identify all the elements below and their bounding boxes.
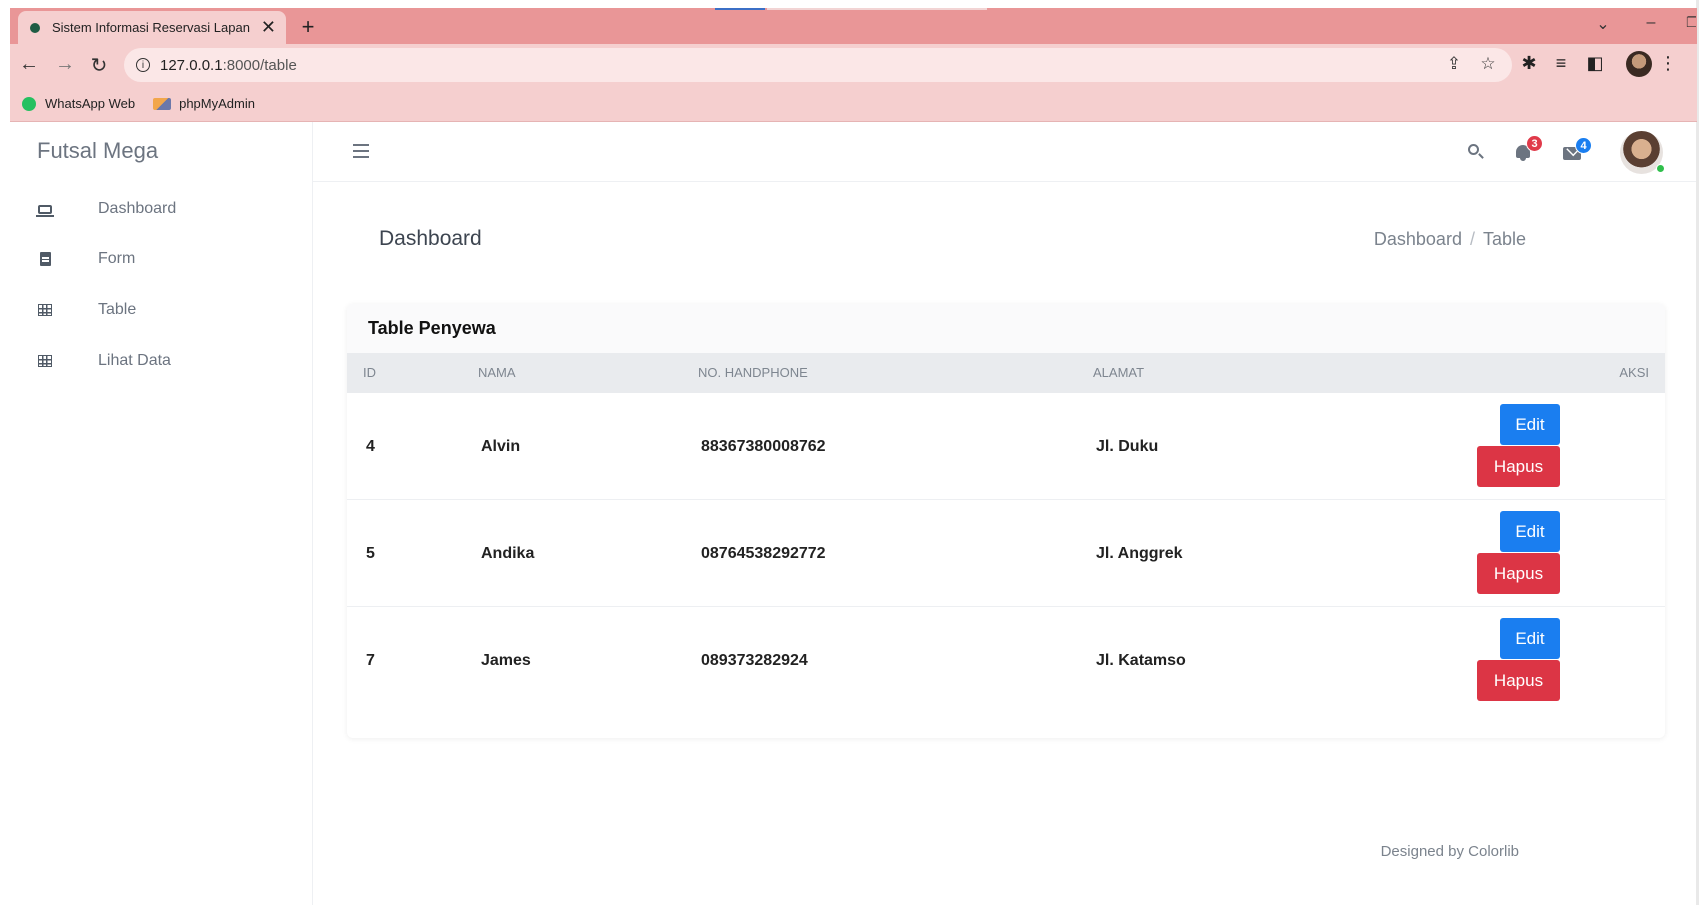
sidebar-item-form[interactable]: Form bbox=[10, 239, 313, 279]
column-header-alamat: ALAMAT bbox=[1093, 365, 1145, 380]
profile-avatar[interactable] bbox=[1626, 51, 1652, 77]
delete-button[interactable]: Hapus bbox=[1477, 446, 1560, 487]
side-panel-icon[interactable]: ◧ bbox=[1582, 53, 1608, 74]
table-icon bbox=[37, 302, 53, 318]
search-icon[interactable] bbox=[1466, 142, 1486, 162]
site-info-icon[interactable]: i bbox=[136, 58, 150, 72]
favicon-icon bbox=[30, 22, 40, 33]
bookmarks-bar: WhatsApp Web phpMyAdmin bbox=[10, 86, 1697, 122]
column-header-nama: NAMA bbox=[478, 365, 516, 380]
breadcrumb-separator: / bbox=[1469, 229, 1475, 249]
notification-badge: 3 bbox=[1526, 135, 1543, 152]
edit-button[interactable]: Edit bbox=[1500, 511, 1560, 552]
sidebar-item-table[interactable]: Table bbox=[10, 290, 313, 330]
cell-id: 4 bbox=[366, 437, 375, 455]
page-title: Dashboard bbox=[379, 227, 482, 250]
breadcrumb-item-table: Table bbox=[1482, 229, 1526, 249]
phpmyadmin-icon bbox=[153, 97, 172, 110]
url-host: 127.0.0.1 bbox=[160, 56, 223, 74]
brand-title[interactable]: Futsal Mega bbox=[37, 138, 158, 164]
extensions-icon[interactable]: ✱ bbox=[1516, 53, 1542, 74]
delete-button[interactable]: Hapus bbox=[1477, 660, 1560, 701]
close-tab-icon[interactable]: ✕ bbox=[261, 17, 276, 38]
column-header-handphone: NO. HANDPHONE bbox=[698, 365, 808, 380]
bookmark-star-icon[interactable]: ☆ bbox=[1476, 54, 1500, 74]
cell-handphone: 08764538292772 bbox=[701, 544, 826, 562]
reading-list-icon[interactable]: ≡ bbox=[1548, 53, 1574, 74]
file-icon bbox=[37, 251, 53, 267]
tab-strip: Sistem Informasi Reservasi Lapan ✕ + ⌄ –… bbox=[10, 8, 1697, 44]
browser-chrome: Sistem Informasi Reservasi Lapan ✕ + ⌄ –… bbox=[10, 8, 1697, 122]
online-status-dot bbox=[1656, 164, 1665, 173]
browser-toolbar: ← → ↻ i 127.0.0.1 :8000/table ⇪ ☆ ✱ ≡ ◧ … bbox=[10, 44, 1697, 86]
edit-button[interactable]: Edit bbox=[1500, 618, 1560, 659]
main-content: Dashboard Dashboard / Table Table Penyew… bbox=[314, 183, 1696, 905]
hamburger-menu-icon[interactable] bbox=[353, 144, 369, 158]
table-header: ID NAMA NO. HANDPHONE ALAMAT AKSI bbox=[347, 353, 1665, 393]
cell-nama: Andika bbox=[481, 544, 535, 562]
column-header-aksi: AKSI bbox=[1619, 365, 1649, 380]
whatsapp-icon bbox=[22, 96, 36, 111]
app: Futsal Mega Dashboard Form Table Lihat D… bbox=[0, 122, 1696, 905]
reload-icon[interactable]: ↻ bbox=[86, 53, 112, 78]
cell-id: 5 bbox=[366, 544, 375, 562]
table-row: 4 Alvin 88367380008762 Jl. Duku Edit Hap… bbox=[347, 393, 1665, 500]
minimize-icon[interactable]: – bbox=[1636, 14, 1666, 32]
back-icon[interactable]: ← bbox=[16, 53, 42, 76]
cell-alamat: Jl. Katamso bbox=[1096, 651, 1186, 669]
restore-icon[interactable]: ❐ bbox=[1686, 14, 1696, 31]
breadcrumb-item-dashboard[interactable]: Dashboard bbox=[1374, 229, 1462, 250]
sidebar-item-label: Lihat Data bbox=[98, 352, 171, 369]
edit-button[interactable]: Edit bbox=[1500, 404, 1560, 445]
table-card: Table Penyewa ID NAMA NO. HANDPHONE ALAM… bbox=[347, 304, 1665, 738]
bell-icon[interactable]: 3 bbox=[1514, 135, 1543, 164]
table-row: 7 James 089373282924 Jl. Katamso Edit Ha… bbox=[347, 607, 1665, 714]
new-tab-icon[interactable]: + bbox=[296, 14, 320, 40]
footer-credit[interactable]: Designed by Colorlib bbox=[1381, 843, 1519, 860]
cell-alamat: Jl. Duku bbox=[1096, 437, 1159, 455]
top-navbar: 3 4 bbox=[313, 122, 1696, 182]
sidebar-item-dashboard[interactable]: Dashboard bbox=[10, 189, 313, 229]
mail-icon[interactable]: 4 bbox=[1563, 137, 1592, 162]
delete-button[interactable]: Hapus bbox=[1477, 553, 1560, 594]
progress-line bbox=[715, 8, 765, 10]
card-title: Table Penyewa bbox=[347, 304, 1665, 353]
bookmark-whatsapp[interactable]: WhatsApp Web bbox=[22, 96, 135, 111]
tab-search-icon[interactable]: ⌄ bbox=[1588, 14, 1618, 34]
table-icon bbox=[37, 353, 53, 369]
sidebar-item-lihat-data[interactable]: Lihat Data bbox=[10, 341, 313, 381]
cell-alamat: Jl. Anggrek bbox=[1096, 544, 1183, 562]
menu-kebab-icon[interactable]: ⋮ bbox=[1658, 53, 1678, 74]
cell-handphone: 88367380008762 bbox=[701, 437, 826, 455]
table-row: 5 Andika 08764538292772 Jl. Anggrek Edit… bbox=[347, 500, 1665, 607]
share-icon[interactable]: ⇪ bbox=[1442, 54, 1466, 74]
sidebar-item-label: Form bbox=[98, 250, 136, 267]
sidebar-item-label: Table bbox=[98, 301, 137, 318]
sidebar-item-label: Dashboard bbox=[98, 200, 177, 217]
forward-icon[interactable]: → bbox=[52, 53, 78, 76]
bookmark-label: WhatsApp Web bbox=[45, 96, 136, 111]
bookmark-phpmyadmin[interactable]: phpMyAdmin bbox=[153, 96, 255, 111]
address-bar[interactable]: i 127.0.0.1 :8000/table bbox=[124, 48, 1512, 82]
cell-id: 7 bbox=[366, 651, 375, 669]
message-badge: 4 bbox=[1575, 137, 1592, 154]
column-header-id: ID bbox=[363, 365, 376, 380]
cell-nama: James bbox=[481, 651, 531, 669]
browser-tab[interactable]: Sistem Informasi Reservasi Lapan ✕ bbox=[18, 11, 286, 44]
progress-line-light bbox=[767, 8, 987, 10]
bookmark-label: phpMyAdmin bbox=[179, 96, 255, 111]
url-path: :8000/table bbox=[222, 56, 297, 74]
sidebar: Futsal Mega Dashboard Form Table Lihat D… bbox=[10, 122, 313, 905]
tab-title: Sistem Informasi Reservasi Lapan bbox=[51, 20, 250, 35]
cell-handphone: 089373282924 bbox=[701, 651, 808, 669]
cell-nama: Alvin bbox=[481, 437, 521, 455]
breadcrumb: Dashboard / Table bbox=[1374, 229, 1526, 250]
laptop-icon bbox=[36, 201, 54, 217]
